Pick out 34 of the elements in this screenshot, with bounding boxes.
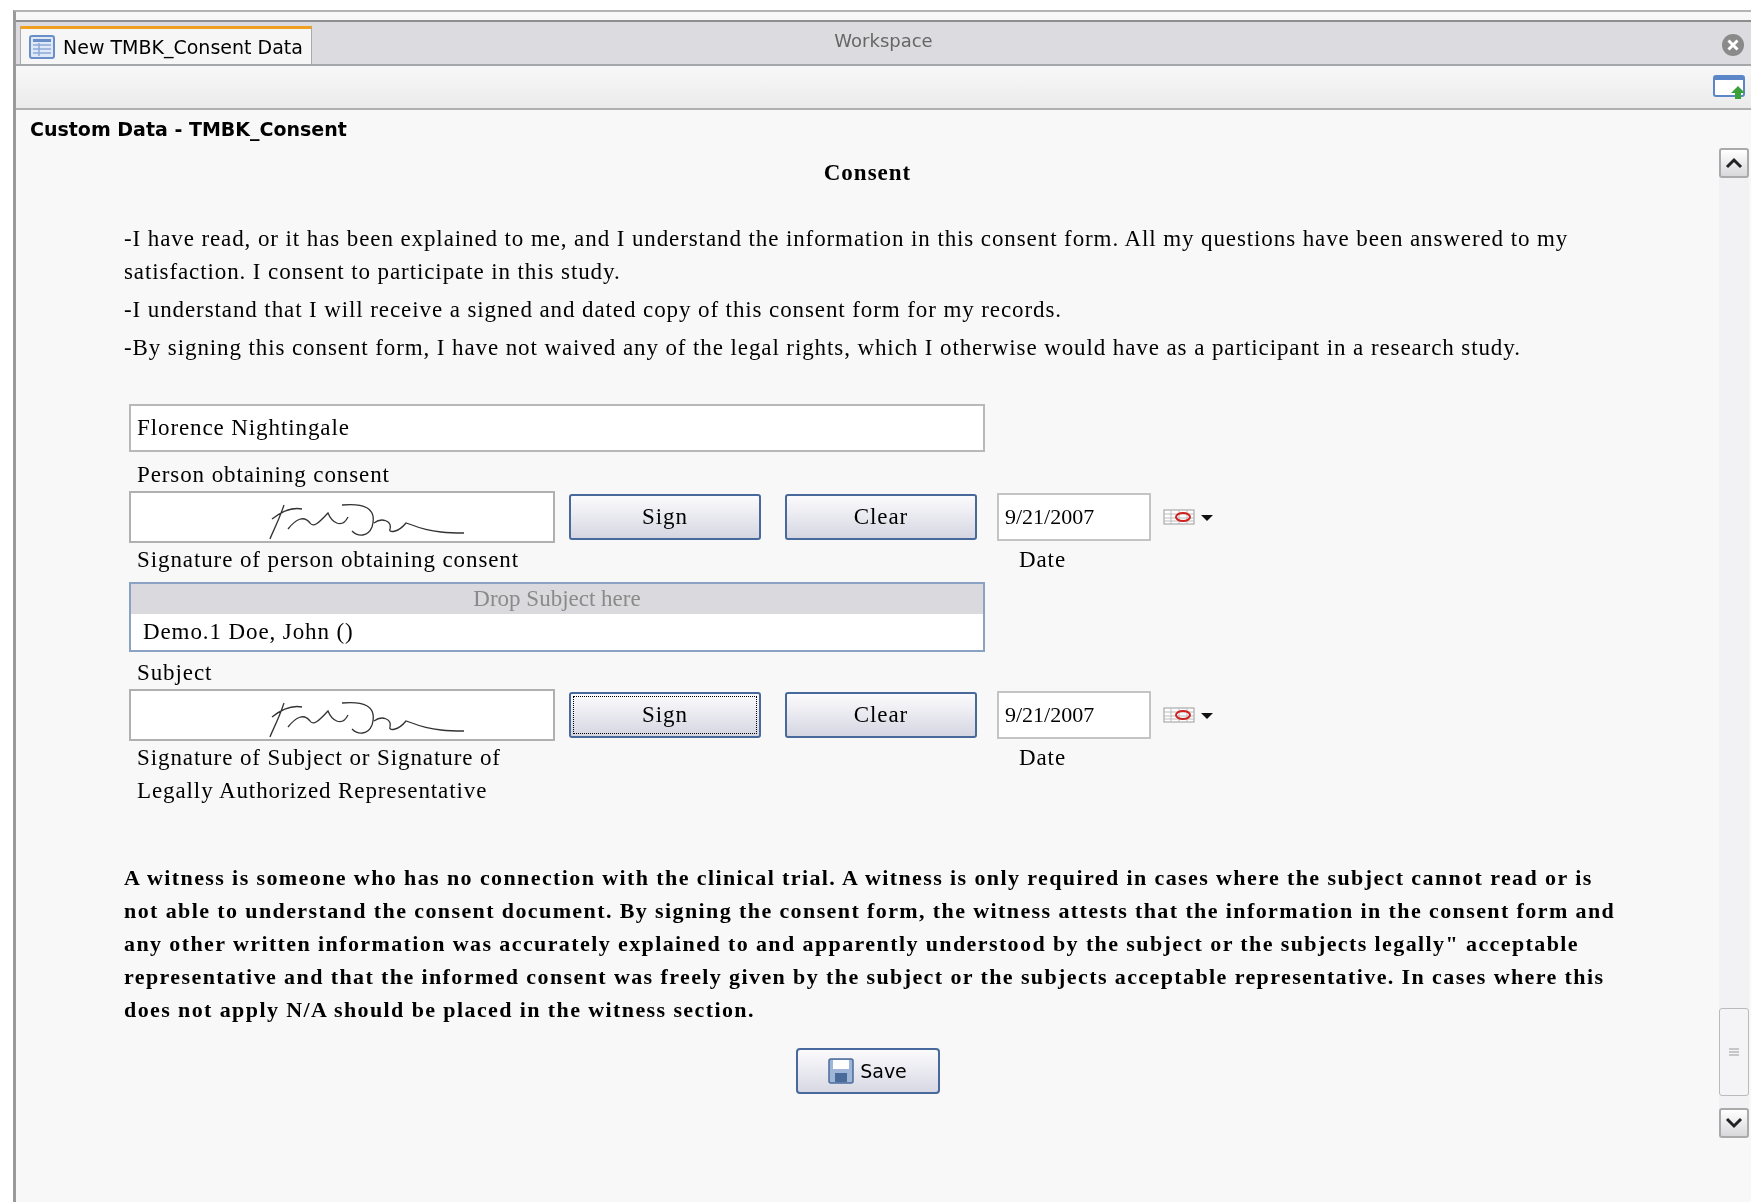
date-label: Date bbox=[1018, 745, 1067, 770]
field-label: Signature of Subject or Signature of bbox=[136, 745, 501, 770]
save-button[interactable]: Save bbox=[795, 1048, 940, 1094]
grip-icon bbox=[1729, 1047, 1739, 1057]
section-title: Custom Data - TMBK_Consent bbox=[29, 117, 348, 143]
sign-button[interactable]: Sign bbox=[569, 494, 761, 540]
close-icon[interactable] bbox=[1721, 33, 1745, 57]
field-label: Subject bbox=[136, 660, 213, 685]
scroll-up-button[interactable] bbox=[1719, 148, 1749, 178]
witness-note: A witness is someone who has no connection with the clinical trial. A witness is only required in cases where the subject cannot read or is not able to understand the consent document. By signing the consent form, the witness attests that the information in the consent form and any other written information was accurately explained to and apparently understood by the subject or the subjects legally" acceptable representative and that the informed consent was freely given by the subject or the subjects acceptable representative. In cases where this does not apply N/A should be placed in the witness section. bbox=[124, 864, 1617, 1024]
subject-name: Demo.1 Doe, John () bbox=[143, 619, 354, 644]
chevron-down-icon bbox=[1725, 1117, 1743, 1129]
sign-button[interactable]: Sign bbox=[569, 692, 761, 738]
date-field[interactable]: 9/21/2007 bbox=[997, 691, 1151, 739]
subject-drop-area[interactable]: Drop Subject here Demo.1 Doe, John () bbox=[129, 582, 985, 652]
table-icon bbox=[29, 34, 55, 59]
document-tab[interactable]: New TMBK_Consent Data bbox=[20, 26, 312, 64]
field-label: Signature of person obtaining consent bbox=[136, 547, 520, 572]
drop-hint: Drop Subject here bbox=[473, 586, 641, 611]
clear-button[interactable]: Clear bbox=[785, 692, 977, 738]
consent-statement: -I have read, or it has been explained to me, and I understand the information in this consent form. All my questions have been answered to my satisfaction. I consent to participate in this study. bbox=[124, 225, 1570, 286]
consent-statement: -I understand that I will receive a signed and dated copy of this consent form for my records. bbox=[124, 296, 1063, 324]
scroll-thumb[interactable] bbox=[1719, 1008, 1749, 1096]
workspace-title: Workspace bbox=[834, 30, 933, 51]
scroll-down-button[interactable] bbox=[1719, 1108, 1749, 1138]
consent-statement: -By signing this consent form, I have not waived any of the legal rights, which I otherwise would have as a participant in a research study. bbox=[124, 334, 1522, 362]
field-label: Legally Authorized Representative bbox=[136, 778, 488, 803]
name-field[interactable]: Florence Nightingale bbox=[129, 404, 985, 452]
form-title: Consent bbox=[823, 160, 912, 185]
chevron-up-icon bbox=[1725, 157, 1743, 169]
date-label: Date bbox=[1018, 547, 1067, 572]
date-field[interactable]: 9/21/2007 bbox=[997, 493, 1151, 541]
field-label: Person obtaining consent bbox=[136, 462, 390, 487]
clear-button[interactable]: Clear bbox=[785, 494, 977, 540]
